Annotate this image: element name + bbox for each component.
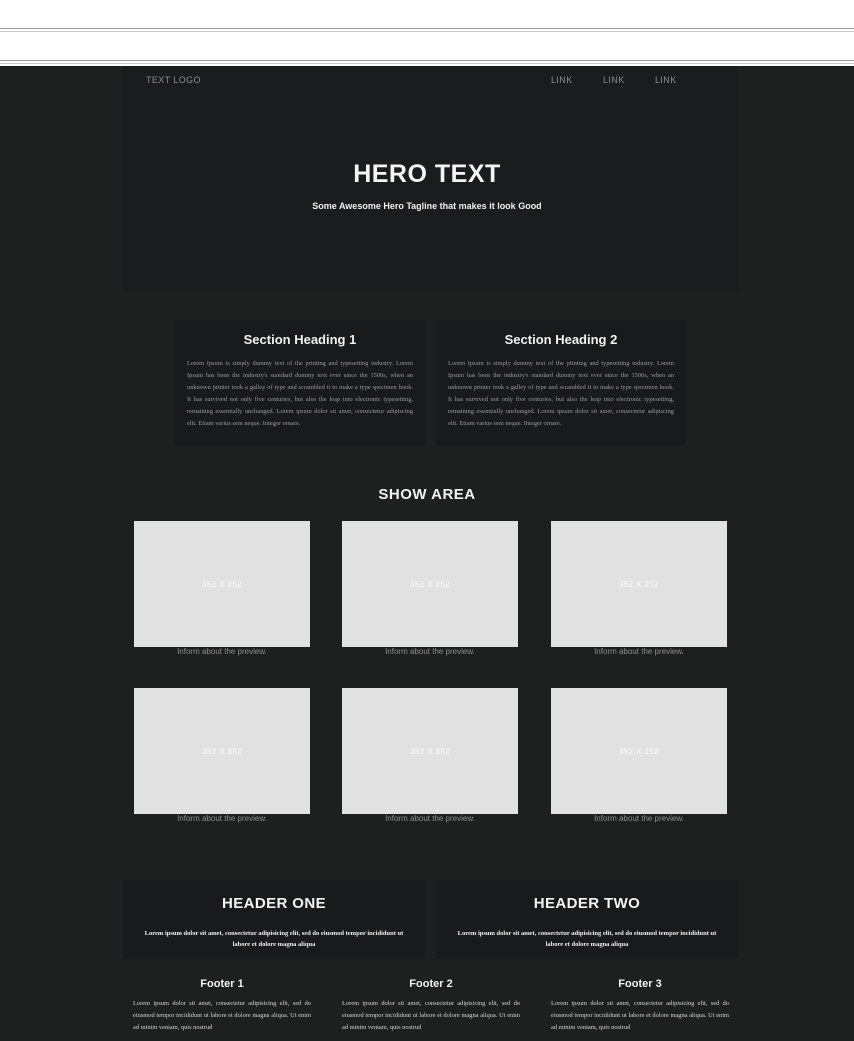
- chrome-divider: [0, 31, 854, 32]
- text-logo[interactable]: TEXT LOGO: [146, 75, 201, 85]
- thumbnail-placeholder: 352 X 252: [201, 579, 243, 589]
- chrome-divider: [0, 28, 854, 29]
- footer-column-2: Footer 2 Lorem ipsum dolor sit amet, con…: [342, 978, 520, 1034]
- section-heading: Section Heading 1: [243, 332, 357, 347]
- preview-thumbnail[interactable]: 352 X 252: [134, 521, 310, 647]
- section-card-2: Section Heading 2 Lorem Ipsum is simply …: [436, 320, 686, 446]
- footer-column-1: Footer 1 Lorem ipsum dolor sit amet, con…: [133, 978, 311, 1034]
- footer-title: Footer 1: [200, 978, 244, 990]
- preview-thumbnail[interactable]: 352 X 252: [342, 688, 518, 814]
- hero-tagline: Some Awesome Hero Tagline that makes it …: [312, 201, 542, 211]
- hero-title: HERO TEXT: [353, 160, 501, 188]
- footer-body: Lorem ipsum dolor sit amet, consectetur …: [551, 1000, 729, 1031]
- preview-caption: Inform about the preview.: [594, 814, 684, 823]
- preview-caption: Inform about the preview.: [594, 647, 684, 656]
- preview-thumbnail[interactable]: 352 X 252: [551, 688, 727, 814]
- chrome-divider: [0, 63, 854, 64]
- show-area-title: SHOW AREA: [378, 486, 476, 503]
- preview-thumbnail[interactable]: 352 X 252: [342, 521, 518, 647]
- header-title: HEADER ONE: [221, 895, 326, 912]
- nav-link-3[interactable]: LINK: [655, 75, 677, 85]
- section-body: Lorem Ipsum is simply dummy text of the …: [187, 360, 413, 427]
- page-content: TEXT LOGO LINK LINK LINK HERO TEXT Some …: [0, 66, 854, 1041]
- thumbnail-placeholder: 352 X 252: [201, 746, 243, 756]
- preview-caption: Inform about the preview.: [177, 647, 267, 656]
- header-body: Lorem ipsum dolor sit amet, consectetur …: [144, 930, 404, 948]
- preview-caption: Inform about the preview.: [385, 647, 475, 656]
- preview-thumbnail[interactable]: 352 X 252: [134, 688, 310, 814]
- thumbnail-placeholder: 352 X 252: [409, 579, 451, 589]
- section-card-1: Section Heading 1 Lorem Ipsum is simply …: [175, 320, 425, 446]
- preview-thumbnail[interactable]: 352 X 252: [551, 521, 727, 647]
- footer-title: Footer 3: [618, 978, 662, 990]
- browser-chrome: [0, 0, 854, 64]
- header-body: Lorem ipsum dolor sit amet, consectetur …: [457, 930, 717, 948]
- header-card-2: HEADER TWO Lorem ipsum dolor sit amet, c…: [436, 880, 738, 959]
- preview-caption: Inform about the preview.: [385, 814, 475, 823]
- nav-link-1[interactable]: LINK: [551, 75, 573, 85]
- preview-caption: Inform about the preview.: [177, 814, 267, 823]
- section-body: Lorem Ipsum is simply dummy text of the …: [448, 360, 674, 427]
- footer-body: Lorem ipsum dolor sit amet, consectetur …: [342, 1000, 520, 1031]
- nav-link-2[interactable]: LINK: [603, 75, 625, 85]
- header-card-1: HEADER ONE Lorem ipsum dolor sit amet, c…: [123, 880, 425, 959]
- chrome-divider: [0, 60, 854, 61]
- thumbnail-placeholder: 352 X 252: [409, 746, 451, 756]
- footer-title: Footer 2: [409, 978, 453, 990]
- footer-column-3: Footer 3 Lorem ipsum dolor sit amet, con…: [551, 978, 729, 1034]
- thumbnail-placeholder: 352 X 252: [618, 746, 660, 756]
- thumbnail-placeholder: 352 X 252: [618, 579, 660, 589]
- section-heading: Section Heading 2: [504, 332, 618, 347]
- footer-body: Lorem ipsum dolor sit amet, consectetur …: [133, 1000, 311, 1031]
- header-title: HEADER TWO: [533, 895, 641, 912]
